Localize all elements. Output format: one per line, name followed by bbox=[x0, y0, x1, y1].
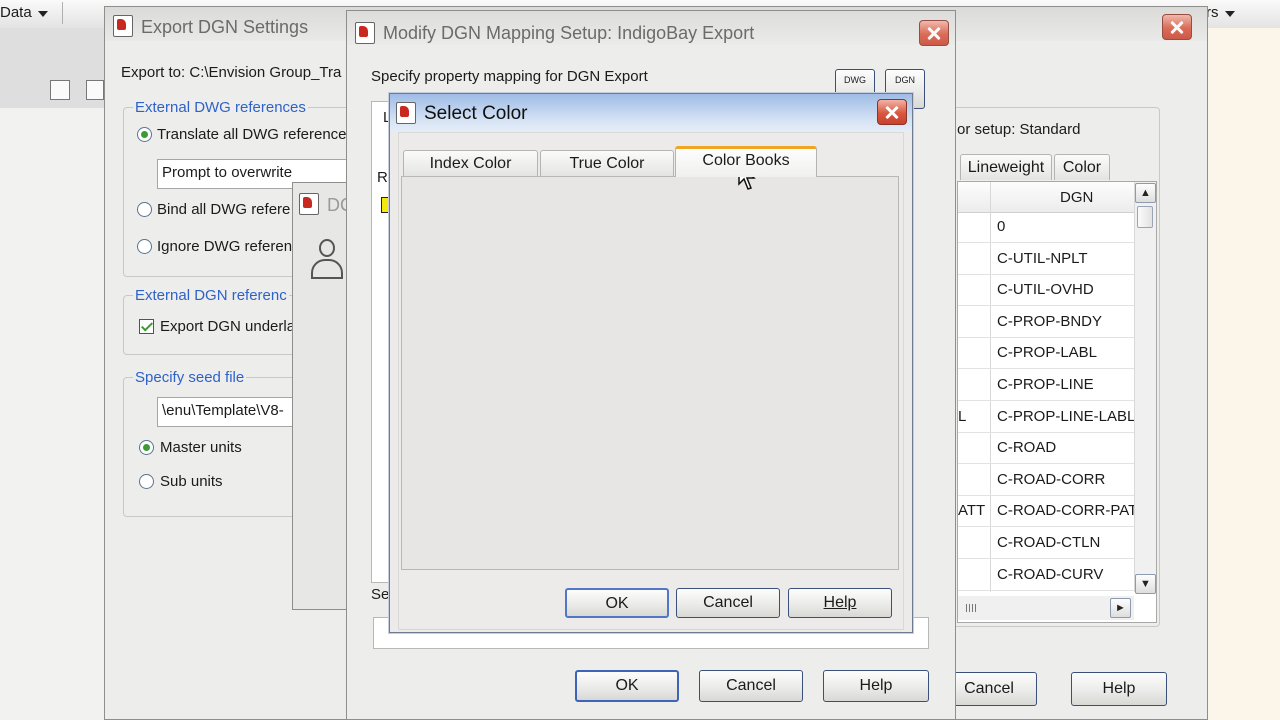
select-color-cancel-button[interactable]: Cancel bbox=[676, 588, 780, 618]
tab-true-color[interactable]: True Color bbox=[540, 150, 674, 176]
left-bottom-fragment: Se bbox=[371, 586, 390, 603]
panel-icon[interactable] bbox=[86, 80, 104, 100]
color-books-panel bbox=[401, 176, 899, 570]
mapping-instruction: Specify property mapping for DGN Export bbox=[371, 68, 648, 85]
dgn-layer-cell: 0 bbox=[997, 218, 1006, 235]
sub-units-radio[interactable] bbox=[139, 474, 154, 489]
select-color-help-label: Help bbox=[823, 594, 857, 611]
dgn-layer-cell: C-PROP-LINE bbox=[997, 376, 1094, 393]
select-color-title: Select Color bbox=[424, 103, 528, 124]
tab-index-color[interactable]: Index Color bbox=[403, 150, 538, 176]
mapping-help-button[interactable]: Help bbox=[823, 670, 929, 702]
table-body: 0 C-UTIL-NPLT C-UTIL-OVHD C-PROP-BNDY C-PROP… bbox=[958, 212, 1138, 592]
ignore-dwg-radio[interactable] bbox=[137, 239, 152, 254]
export-to-label: Export to: C:\Envision Group_Tra bbox=[121, 64, 342, 81]
data-menu-label: Data bbox=[0, 4, 32, 21]
autocad-icon bbox=[396, 102, 416, 124]
color-setup-label: or setup: Standard bbox=[957, 121, 1081, 138]
scroll-thumb[interactable] bbox=[1137, 206, 1153, 228]
left-row-fragment: R bbox=[377, 169, 388, 186]
horizontal-scrollbar[interactable]: ► bbox=[958, 596, 1134, 620]
export-help-button[interactable]: Help bbox=[1071, 672, 1167, 706]
autocad-icon bbox=[113, 15, 133, 37]
mapping-ok-button[interactable]: OK bbox=[575, 670, 679, 702]
tab-color-books[interactable]: Color Books bbox=[675, 146, 817, 177]
table-header bbox=[958, 182, 1134, 213]
table-row[interactable]: C-UTIL-NPLT bbox=[958, 244, 1134, 275]
translate-dwg-label: Translate all DWG reference bbox=[157, 126, 347, 143]
autocad-icon bbox=[299, 193, 319, 215]
table-row[interactable]: C-PROP-BNDY bbox=[958, 307, 1134, 338]
external-dwg-legend: External DWG references bbox=[133, 99, 308, 116]
translate-dwg-radio[interactable] bbox=[137, 127, 152, 142]
table-row[interactable]: C-UTIL-OVHD bbox=[958, 275, 1134, 307]
table-row[interactable]: ATT C-ROAD-CORR-PAT bbox=[958, 496, 1138, 528]
scroll-down-icon[interactable]: ▼ bbox=[1135, 574, 1156, 594]
table-row[interactable]: L C-PROP-LINE-LABL bbox=[958, 402, 1136, 433]
user-icon bbox=[311, 239, 343, 281]
select-color-dialog: Select Color Index Color True Color Colo… bbox=[389, 93, 913, 633]
column-header-dgn: DGN bbox=[1060, 189, 1094, 206]
dgn-layer-cell: C-ROAD-CTLN bbox=[997, 534, 1101, 551]
dgn-layer-cell: C-PROP-BNDY bbox=[997, 312, 1103, 330]
mapping-table: DGN 0 C-UTIL-NPLT C-UTIL-OVHD C-PROP-BNDY C-… bbox=[957, 181, 1157, 623]
sub-units-label: Sub units bbox=[160, 473, 223, 490]
dgn-layer-cell: C-UTIL-OVHD bbox=[997, 281, 1094, 299]
dgn-layer-cell: C-ROAD bbox=[997, 439, 1057, 457]
export-underlay-checkbox[interactable] bbox=[139, 319, 154, 334]
bg-right-panel bbox=[1200, 28, 1280, 720]
table-row[interactable]: C-PROP-LINE bbox=[958, 370, 1134, 401]
scroll-right-icon[interactable]: ► bbox=[1110, 598, 1131, 618]
data-menu[interactable]: Data bbox=[0, 2, 63, 24]
bind-dwg-radio[interactable] bbox=[137, 202, 152, 217]
chevron-down-icon bbox=[1225, 11, 1235, 17]
table-row[interactable]: C-ROAD-CTLN bbox=[958, 528, 1134, 559]
table-row[interactable]: 0 bbox=[958, 212, 1134, 243]
table-row[interactable]: C-ROAD-CURV bbox=[958, 560, 1134, 591]
dgn-layer-cell: C-PROP-LINE-LABL bbox=[997, 407, 1136, 425]
export-underlay-label: Export DGN underla bbox=[160, 318, 296, 335]
vertical-scrollbar[interactable]: ▲ ▼ bbox=[1134, 182, 1156, 594]
mapping-dialog-title: Modify DGN Mapping Setup: IndigoBay Expo… bbox=[383, 23, 755, 43]
dgn-layer-cell: C-ROAD-CURV bbox=[997, 565, 1104, 583]
dgn-layer-cell: C-UTIL-NPLT bbox=[997, 249, 1088, 267]
select-color-ok-button[interactable]: OK bbox=[565, 588, 669, 618]
dgn-layer-cell: C-ROAD-CORR bbox=[997, 470, 1106, 488]
dgn-layer-cell: C-PROP-LABL bbox=[997, 344, 1098, 362]
external-dgn-legend: External DGN referenc bbox=[133, 287, 289, 304]
master-units-label: Master units bbox=[160, 439, 242, 456]
table-row[interactable]: C-ROAD-CORR bbox=[958, 465, 1134, 496]
close-icon[interactable] bbox=[877, 99, 907, 125]
close-icon[interactable] bbox=[1162, 14, 1192, 40]
dwg-layer-cell: L bbox=[958, 407, 967, 425]
bind-dwg-label: Bind all DWG refere bbox=[157, 201, 291, 218]
tab-lineweight[interactable]: Lineweight bbox=[960, 154, 1052, 180]
table-row[interactable]: C-PROP-LABL bbox=[958, 338, 1134, 370]
chevron-down-icon bbox=[38, 11, 48, 17]
close-icon[interactable] bbox=[919, 20, 949, 46]
select-color-help-button[interactable]: Help bbox=[788, 588, 892, 618]
ignore-dwg-label: Ignore DWG referen bbox=[157, 238, 293, 255]
tab-color[interactable]: Color bbox=[1054, 154, 1110, 180]
autocad-icon bbox=[355, 22, 375, 44]
dwg-layer-cell: ATT bbox=[958, 502, 986, 520]
mapping-cancel-button[interactable]: Cancel bbox=[699, 670, 803, 702]
export-dialog-title: Export DGN Settings bbox=[141, 17, 309, 37]
table-row[interactable]: C-ROAD bbox=[958, 433, 1134, 465]
dgn-layer-cell: C-ROAD-CORR-PAT bbox=[997, 502, 1138, 520]
scroll-up-icon[interactable]: ▲ bbox=[1135, 183, 1156, 203]
seed-file-legend: Specify seed file bbox=[133, 369, 247, 386]
master-units-radio[interactable] bbox=[139, 440, 154, 455]
bg-side-panel bbox=[0, 28, 105, 720]
scroll-grip-icon bbox=[966, 604, 976, 612]
hierarchy-icon[interactable] bbox=[50, 80, 70, 100]
